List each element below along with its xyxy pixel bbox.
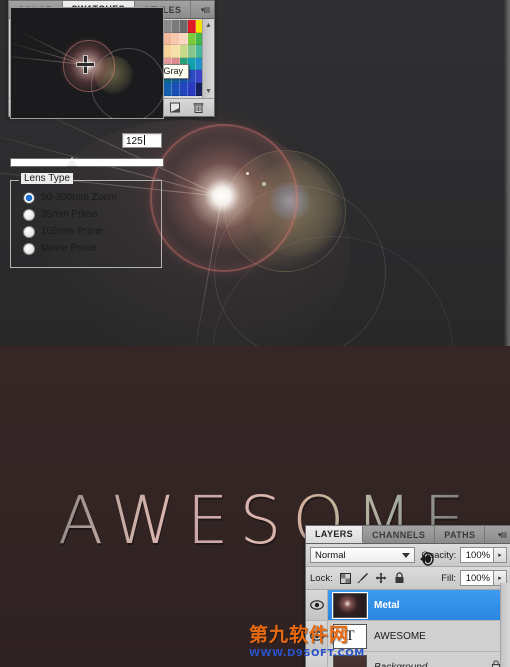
padlock-glyph [395, 572, 404, 583]
tab-channels[interactable]: CHANNELS [363, 526, 436, 543]
color-swatch[interactable] [179, 32, 189, 46]
trash-glyph [193, 103, 204, 113]
lock-image-pixels-icon[interactable] [357, 572, 370, 585]
lens-flare-preview[interactable] [10, 7, 164, 119]
lens-type-legend: Lens Type [21, 173, 73, 184]
color-swatch[interactable] [188, 32, 197, 46]
lock-all-icon[interactable] [393, 572, 406, 585]
radio-50-300mm-zoom[interactable]: 50-300mm Zoom [23, 189, 161, 206]
opacity-stepper-icon[interactable]: ▸ [494, 547, 507, 563]
layer-name: Metal [374, 599, 400, 611]
lens-type-group: Lens Type 50-300mm Zoom 35mm Prime 105mm… [10, 173, 162, 268]
slider-track [10, 158, 164, 167]
opacity-label: Opacity: [421, 549, 457, 561]
panel-menu-icon[interactable]: ▾▤ [196, 1, 214, 18]
flare-speck [246, 172, 249, 175]
radio-label: Movie Prime [41, 243, 97, 254]
radio-indicator [23, 242, 35, 255]
brightness-value: 125 [126, 136, 143, 147]
fill-input[interactable]: 100% [460, 570, 494, 586]
color-swatch[interactable] [171, 20, 180, 33]
radio-label: 50-300mm Zoom [41, 192, 118, 203]
blend-mode-row: Normal Opacity: 100% ▸ [306, 544, 510, 567]
radio-indicator [23, 225, 35, 238]
canvas-right-edge [504, 0, 510, 346]
color-swatch[interactable] [163, 45, 172, 58]
radio-label: 35mm Prime [41, 209, 98, 220]
watermark-primary: 第九软件网 [249, 624, 350, 646]
lock-label: Lock: [310, 572, 333, 584]
slider-thumb[interactable] [67, 157, 78, 168]
panel-menu-glyph: ▾▤ [497, 531, 507, 539]
swatches-scrollbar[interactable]: ▲ ▼ [202, 19, 214, 98]
slider-thumb-shape [67, 157, 78, 166]
panel-menu-glyph: ▾▤ [200, 6, 210, 14]
new-swatch-icon[interactable] [169, 101, 182, 114]
tab-layers[interactable]: LAYERS [306, 526, 364, 543]
eye-glyph [309, 600, 324, 610]
tabstrip-filler [485, 526, 493, 543]
color-swatch[interactable] [163, 20, 172, 33]
radio-indicator-on [23, 191, 35, 204]
brush-glyph [357, 573, 369, 584]
color-swatch[interactable] [163, 32, 172, 46]
brightness-slider[interactable] [10, 156, 164, 168]
screenshot-root: AWESOME AWESOME COLOR SWATCHES STYLES ▾▤… [0, 0, 510, 667]
scroll-up-icon[interactable]: ▲ [204, 21, 213, 30]
layer-name: Background [374, 661, 428, 667]
crosshair-icon[interactable] [77, 56, 94, 73]
color-swatch[interactable] [179, 82, 189, 96]
color-swatch[interactable] [163, 82, 172, 96]
blend-mode-select[interactable]: Normal [310, 547, 416, 563]
color-swatch[interactable] [171, 32, 180, 46]
opacity-input[interactable]: 100% [460, 547, 495, 563]
lock-row: Lock: Fill: 100% ▸ [306, 567, 510, 590]
lock-transparent-pixels-icon[interactable] [339, 572, 352, 585]
checker-glyph [339, 572, 351, 584]
panel-menu-icon[interactable]: ▾▤ [493, 526, 510, 543]
radio-label: 105mm Prime [41, 226, 104, 237]
chevron-down-icon [402, 552, 411, 558]
color-swatch[interactable] [188, 70, 197, 83]
text-caret [143, 135, 145, 145]
layer-row[interactable]: Metal [306, 590, 510, 621]
radio-35mm-prime[interactable]: 35mm Prime [23, 206, 161, 223]
color-swatch[interactable] [171, 82, 180, 96]
layers-tabstrip: LAYERS CHANNELS PATHS ▾▤ [306, 526, 510, 544]
layer-thumbnail[interactable] [332, 591, 368, 619]
delete-swatch-icon[interactable] [192, 101, 205, 114]
radio-indicator [23, 208, 35, 221]
fill-label: Fill: [441, 572, 456, 584]
scroll-down-icon[interactable]: ▼ [204, 87, 213, 96]
new-swatch-glyph [170, 102, 180, 113]
color-swatch[interactable] [188, 45, 197, 58]
watermark-url: WWW.D9SOFT.COM [249, 648, 365, 659]
color-swatch[interactable] [188, 57, 197, 71]
color-swatch[interactable] [179, 45, 189, 58]
brightness-input[interactable]: 125 [122, 133, 162, 148]
flare-speck [262, 182, 266, 186]
color-swatch[interactable] [188, 82, 197, 96]
radio-105mm-prime[interactable]: 105mm Prime [23, 223, 161, 240]
color-swatch[interactable] [171, 45, 180, 58]
lock-position-icon[interactable] [375, 572, 388, 585]
radio-movie-prime[interactable]: Movie Prime [23, 240, 161, 257]
color-swatch[interactable] [179, 20, 189, 33]
move-glyph [375, 572, 387, 584]
blend-mode-value: Normal [315, 549, 346, 561]
layer-name: AWESOME [374, 630, 426, 642]
layer-thumbnail-image [334, 593, 366, 617]
layers-scrollbar[interactable] [500, 583, 510, 667]
eye-icon[interactable] [306, 590, 328, 620]
color-swatch[interactable] [188, 20, 197, 33]
tab-paths[interactable]: PATHS [435, 526, 486, 543]
